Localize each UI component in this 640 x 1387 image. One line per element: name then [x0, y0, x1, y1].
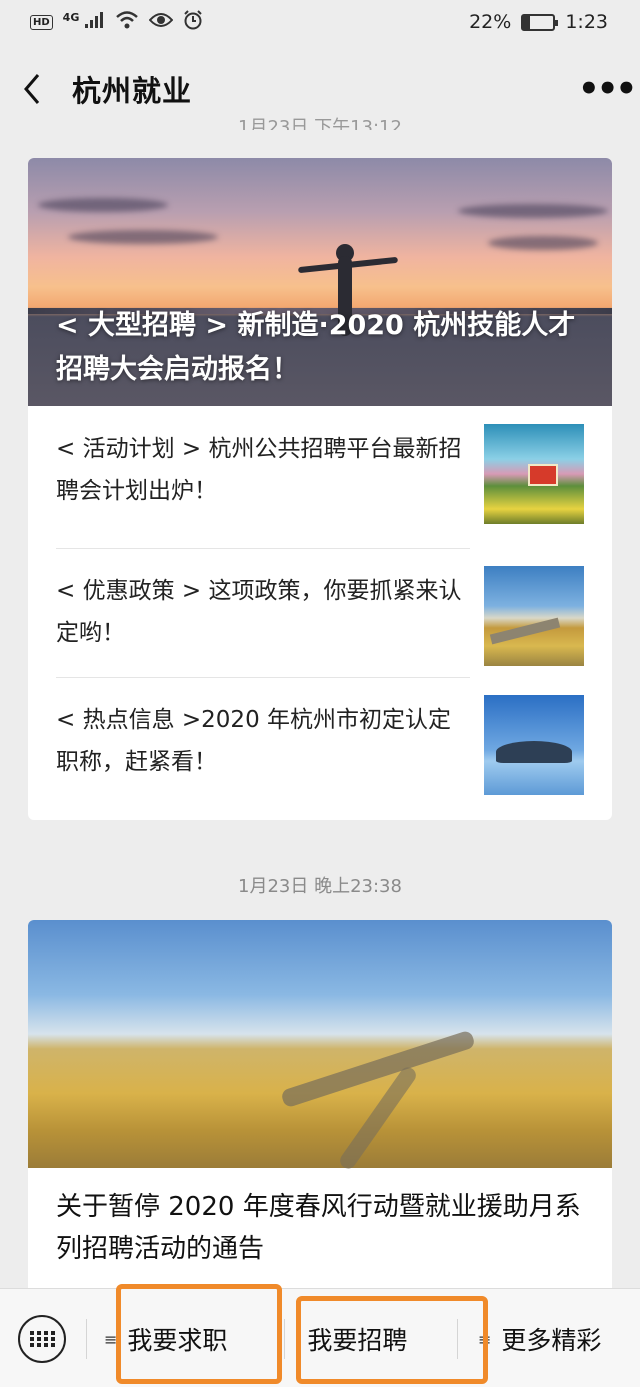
status-bar: HD 4G 22% 1:23: [0, 0, 640, 44]
field-track: [280, 1029, 476, 1109]
list-item-title: < 热点信息 >2020 年杭州市初定认定职称，赶紧看！: [56, 707, 452, 775]
country-road-image: [484, 566, 584, 666]
page-title: 杭州就业: [72, 74, 193, 108]
list-item-title: < 活动计划 > 杭州公共招聘平台最新招聘会计划出炉！: [56, 436, 462, 504]
list-item[interactable]: < 活动计划 > 杭州公共招聘平台最新招聘会计划出炉！: [56, 406, 584, 534]
cloud-shape: [68, 230, 218, 244]
highlight-box: [116, 1284, 282, 1384]
battery-percent: 22%: [469, 11, 512, 33]
hd-badge: HD: [30, 14, 53, 30]
alarm-icon: [183, 9, 203, 35]
article-card: < 大型招聘 > 新制造·2020 杭州技能人才招聘大会启动报名！ < 活动计划…: [28, 158, 612, 820]
tree-lake-image: [484, 695, 584, 795]
keyboard-toggle-button[interactable]: [18, 1315, 66, 1363]
list-item[interactable]: < 热点信息 >2020 年杭州市初定认定职称，赶紧看！: [56, 677, 584, 805]
list-item-title: < 优惠政策 > 这项政策，你要抓紧来认定哟！: [56, 578, 462, 646]
cloud-shape: [38, 198, 168, 212]
keyboard-icon: [29, 1331, 55, 1347]
clock: 1:23: [565, 11, 608, 33]
hero-title: < 大型招聘 > 新制造·2020 杭州技能人才招聘大会启动报名！: [56, 310, 576, 385]
battery-icon: [521, 13, 559, 31]
train-shape: [528, 464, 558, 486]
status-right: 22% 1:23: [469, 11, 608, 33]
cloud-shape: [458, 204, 608, 218]
eye-icon: [149, 11, 174, 33]
menu-divider: [86, 1319, 87, 1359]
highlight-box: [296, 1296, 488, 1384]
cloud-shape: [488, 236, 598, 250]
date-label: 1月23日 晚上23:38: [238, 876, 402, 897]
road-path: [489, 617, 561, 645]
article-card[interactable]: 关于暂停 2020 年度春风行动暨就业援助月系列招聘活动的通告: [28, 920, 612, 1340]
signal-icon: 4G: [63, 11, 106, 33]
back-button[interactable]: [22, 69, 52, 109]
tree-shape: [496, 741, 572, 763]
train-field-image: [484, 424, 584, 524]
menu-item-label: 更多精彩: [501, 1326, 602, 1355]
menu-divider: [284, 1319, 285, 1359]
partial-date-label: 1月23日 下午13:12: [238, 117, 402, 130]
status-left: HD 4G: [30, 9, 203, 35]
menu-item-more[interactable]: ≡ 更多精彩: [478, 1319, 601, 1359]
battery-level: [523, 15, 530, 29]
article-title: 关于暂停 2020 年度春风行动暨就业援助月系列招聘活动的通告: [56, 1192, 581, 1264]
wheat-field-image: [28, 920, 612, 1172]
more-options-button[interactable]: •••: [578, 72, 637, 106]
wifi-icon: [115, 10, 139, 34]
network-type: 4G: [62, 10, 80, 24]
hero-article[interactable]: < 大型招聘 > 新制造·2020 杭州技能人才招聘大会启动报名！: [28, 158, 612, 406]
chevron-left-icon: [24, 74, 40, 104]
list-item[interactable]: < 优惠政策 > 这项政策，你要抓紧来认定哟！: [56, 548, 584, 676]
